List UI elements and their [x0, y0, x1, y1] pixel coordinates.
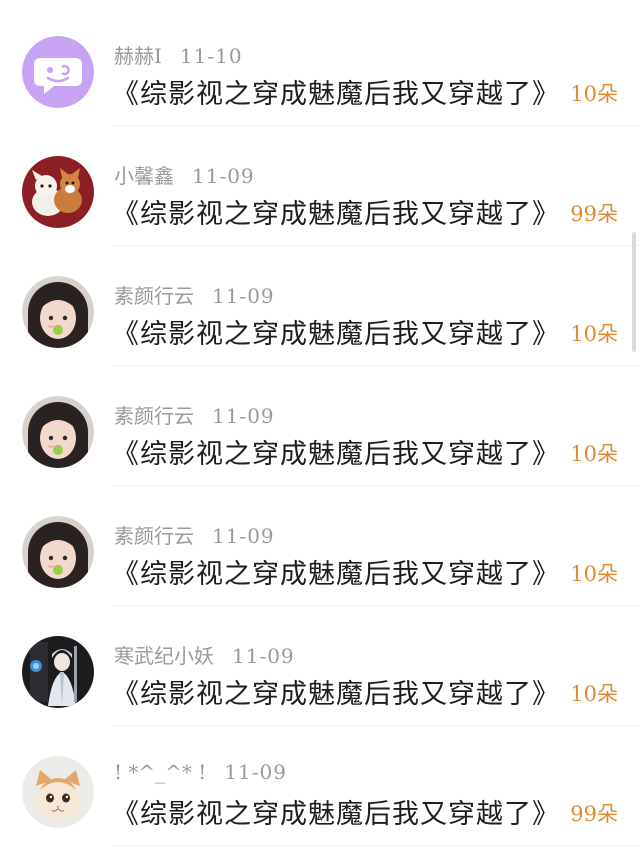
comment-row[interactable]: 素颜行云 11-09 《综影视之穿成魅魔后我又穿越了》 10朵	[0, 246, 640, 366]
gift-count: 99朵	[570, 802, 618, 826]
comment-date: 11-10	[179, 44, 243, 68]
comment-row[interactable]: 小馨鑫 11-09 《综影视之穿成魅魔后我又穿越了》 99朵	[0, 126, 640, 246]
girl-portrait-avatar-icon[interactable]	[22, 516, 94, 588]
username[interactable]: 素颜行云	[114, 524, 194, 548]
comment-meta: 赫赫I 11-10	[114, 40, 243, 69]
purple-chat-bubble-avatar-icon[interactable]	[22, 36, 94, 108]
gift-count: 10朵	[570, 562, 618, 586]
comment-date: 11-09	[232, 644, 295, 668]
comment-message: 《综影视之穿成魅魔后我又穿越了》	[112, 319, 560, 350]
username[interactable]: 素颜行云	[114, 404, 194, 428]
username[interactable]: 素颜行云	[114, 284, 194, 308]
comment-message: 《综影视之穿成魅魔后我又穿越了》	[112, 79, 560, 110]
gift-count: 10朵	[570, 322, 618, 346]
comment-message: 《综影视之穿成魅魔后我又穿越了》	[112, 679, 560, 710]
comment-message: 《综影视之穿成魅魔后我又穿越了》	[112, 439, 560, 470]
comment-meta: 素颜行云 11-09	[114, 520, 275, 549]
girl-portrait-avatar-icon[interactable]	[22, 396, 94, 468]
gift-count: 10朵	[570, 82, 618, 106]
comment-row[interactable]: 素颜行云 11-09 《综影视之穿成魅魔后我又穿越了》 10朵	[0, 486, 640, 606]
comment-message: 《综影视之穿成魅魔后我又穿越了》	[112, 799, 560, 830]
comment-meta: 素颜行云 11-09	[114, 400, 275, 429]
username[interactable]: 寒武纪小妖	[114, 644, 214, 668]
username[interactable]: ! *^_^* !	[114, 760, 206, 784]
comment-meta: 素颜行云 11-09	[114, 280, 275, 309]
comment-date: 11-09	[212, 284, 275, 308]
gift-count: 10朵	[570, 682, 618, 706]
username[interactable]: 赫赫I	[114, 44, 162, 68]
comment-meta: ! *^_^* ! 11-09	[114, 760, 287, 784]
comment-message: 《综影视之穿成魅魔后我又穿越了》	[112, 559, 560, 590]
comment-date: 11-09	[212, 404, 275, 428]
two-dogs-photo-avatar-icon[interactable]	[22, 156, 94, 228]
scrollbar[interactable]	[632, 232, 636, 352]
username[interactable]: 小馨鑫	[114, 164, 174, 188]
kitten-photo-avatar-icon[interactable]	[22, 756, 94, 828]
comment-row[interactable]: ! *^_^* ! 11-09 《综影视之穿成魅魔后我又穿越了》 99朵	[0, 726, 640, 846]
comment-row[interactable]: 素颜行云 11-09 《综影视之穿成魅魔后我又穿越了》 10朵	[0, 366, 640, 486]
comment-message: 《综影视之穿成魅魔后我又穿越了》	[112, 199, 560, 230]
comment-list: 赫赫I 11-10 《综影视之穿成魅魔后我又穿越了》 10朵 小馨鑫 11-09…	[0, 0, 640, 852]
comment-meta: 寒武纪小妖 11-09	[114, 640, 295, 669]
comment-date: 11-09	[192, 164, 255, 188]
comment-date: 11-09	[212, 524, 275, 548]
comment-date: 11-09	[224, 760, 287, 784]
comment-row[interactable]: 赫赫I 11-10 《综影视之穿成魅魔后我又穿越了》 10朵	[0, 6, 640, 126]
gift-count: 10朵	[570, 442, 618, 466]
anime-character-avatar-icon[interactable]	[22, 636, 94, 708]
girl-portrait-avatar-icon[interactable]	[22, 276, 94, 348]
comment-meta: 小馨鑫 11-09	[114, 160, 255, 189]
comment-row[interactable]: 寒武纪小妖 11-09 《综影视之穿成魅魔后我又穿越了》 10朵	[0, 606, 640, 726]
gift-count: 99朵	[570, 202, 618, 226]
